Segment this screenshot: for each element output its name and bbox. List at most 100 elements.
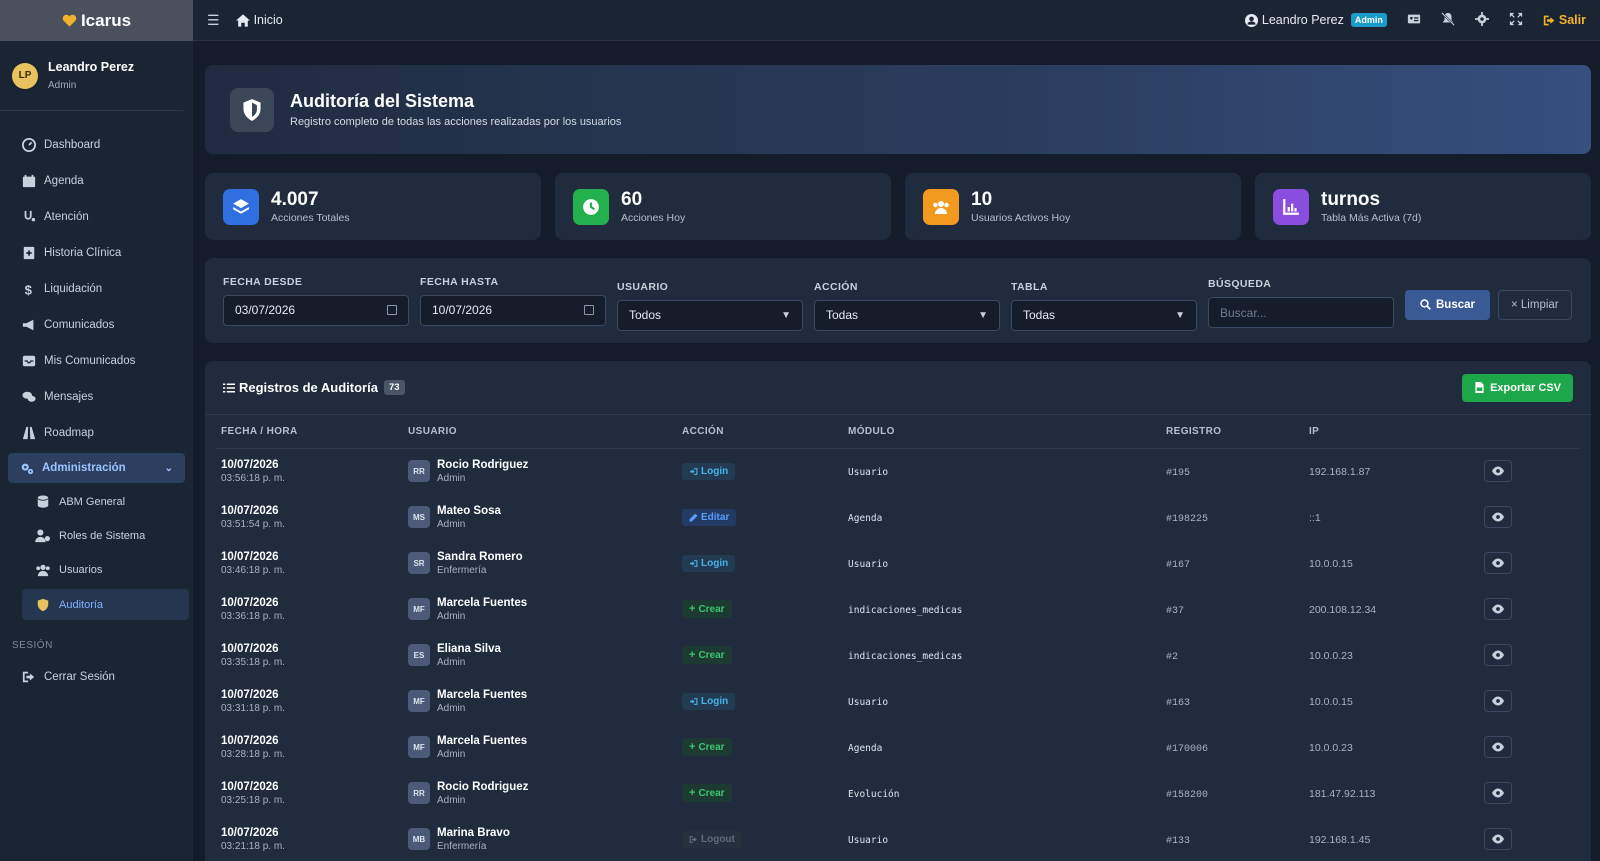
date: 10/07/2026 (221, 780, 279, 793)
usuario-select[interactable]: Todos ▼ (617, 299, 803, 331)
user-cog-icon (35, 529, 51, 543)
view-details-button[interactable] (1484, 690, 1512, 712)
date: 10/07/2026 (221, 596, 279, 609)
fecha-hasta-input[interactable]: 10/07/2026 (420, 294, 606, 326)
sidebar-item-auditoria[interactable]: Auditoría (22, 589, 189, 620)
ip-address: 192.168.1.87 (1309, 466, 1371, 479)
eye-icon (1492, 696, 1504, 706)
pencil-icon (689, 513, 698, 521)
gear-icon[interactable] (1474, 11, 1489, 29)
sidebar-item-roadmap[interactable]: Roadmap (0, 415, 193, 451)
table-row[interactable]: 10/07/2026 03:35:18 p. m. ES Eliana Silva Ad… (215, 632, 1580, 678)
fecha-desde-input[interactable]: 03/07/2026 (223, 294, 409, 326)
view-details-button[interactable] (1484, 552, 1512, 574)
avatar: RR (408, 782, 430, 804)
sidebar-item-label: Mis Comunicados (44, 355, 136, 367)
sidebar-item-roles-de-sistema[interactable]: Roles de Sistema (0, 519, 193, 553)
column-header (1478, 415, 1580, 449)
module-cell: indicaciones_medicas (842, 632, 1160, 678)
hamburger-menu-icon[interactable]: ☰ (207, 12, 220, 29)
audit-table: FECHA / HORA USUARIO ACCIÓN MÓDULO REGIS… (215, 415, 1580, 861)
sidebar-item-cerrar-sesion[interactable]: Cerrar Sesión (0, 659, 193, 695)
sidebar-item-label: Dashboard (44, 139, 101, 151)
search-button[interactable]: Buscar (1405, 289, 1490, 320)
stats-row: 4.007 Acciones Totales 60 Acciones Hoy 10 U… (205, 173, 1591, 240)
filter-usuario: USUARIO Todos ▼ (617, 281, 803, 331)
action-badge: + Crear (682, 600, 732, 618)
action-cell: Editar (676, 494, 842, 540)
user-cell: MF Marcela Fuentes Admin (402, 724, 676, 770)
datetime-cell: 10/07/2026 03:25:18 p. m. (215, 770, 402, 816)
topbar-user[interactable]: Leandro Perez Admin (1244, 13, 1387, 27)
sidebar-item-historia-clinica[interactable]: Historia Clínica (0, 235, 193, 271)
sidebar-item-usuarios[interactable]: Usuarios (0, 553, 193, 587)
sidebar-item-label: Historia Clínica (44, 247, 122, 259)
page-subtitle: Registro completo de todas las acciones … (290, 116, 622, 128)
calendar-icon[interactable] (584, 305, 594, 315)
sidebar-item-administracion[interactable]: Administración ⌄ (8, 453, 185, 483)
action-cell: Login (676, 448, 842, 494)
actions-cell (1478, 770, 1580, 816)
avatar: MF (408, 598, 430, 620)
sidebar-item-dashboard[interactable]: Dashboard (0, 127, 193, 163)
datetime-cell: 10/07/2026 03:28:18 p. m. (215, 724, 402, 770)
logout-button[interactable]: Salir (1543, 13, 1586, 27)
time: 03:46:18 p. m. (221, 564, 285, 576)
view-details-button[interactable] (1484, 506, 1512, 528)
sidebar-item-abm-general[interactable]: ABM General (0, 485, 193, 519)
plus-icon: + (689, 603, 696, 615)
table-row[interactable]: 10/07/2026 03:46:18 p. m. SR Sandra Romero E… (215, 540, 1580, 586)
table-row[interactable]: 10/07/2026 03:31:18 p. m. MF Marcela Fuente… (215, 678, 1580, 724)
calendar-icon[interactable] (387, 305, 397, 315)
record-id: #158200 (1166, 789, 1209, 801)
table-row[interactable]: 10/07/2026 03:56:18 p. m. RR Rocio Rodrigue… (215, 448, 1580, 494)
view-details-button[interactable] (1484, 736, 1512, 758)
fullscreen-icon[interactable] (1509, 12, 1523, 29)
calendar-icon (22, 174, 36, 188)
filter-label: TABLA (1011, 280, 1048, 293)
ip-cell: 192.168.1.45 (1303, 816, 1478, 861)
user-cell: MB Marina Bravo Enfermería (402, 816, 676, 861)
table-row[interactable]: 10/07/2026 03:21:18 p. m. MB Marina Bravo En… (215, 816, 1580, 861)
table-row[interactable]: 10/07/2026 03:51:54 p. m. MS Mateo Sosa Admi… (215, 494, 1580, 540)
sidebar-item-agenda[interactable]: Agenda (0, 163, 193, 199)
clear-button[interactable]: × Limpiar (1498, 289, 1572, 320)
sidebar-item-comunicados[interactable]: Comunicados (0, 307, 193, 343)
column-header: FECHA / HORA (215, 415, 402, 449)
table-row[interactable]: 10/07/2026 03:25:18 p. m. RR Rocio Rodrigue… (215, 770, 1580, 816)
ip-cell: 10.0.0.15 (1303, 540, 1478, 586)
view-details-button[interactable] (1484, 828, 1512, 850)
brand-logo[interactable]: Icarus (0, 0, 193, 41)
export-csv-button[interactable]: Exportar CSV (1462, 373, 1573, 402)
view-details-button[interactable] (1484, 460, 1512, 483)
view-details-button[interactable] (1484, 644, 1512, 666)
record-id: #163 (1166, 697, 1191, 709)
id-card-icon[interactable] (1407, 12, 1421, 29)
user-role: Admin (437, 656, 466, 668)
search-input[interactable]: Buscar... (1208, 297, 1394, 328)
view-details-button[interactable] (1484, 782, 1512, 804)
list-icon (223, 383, 235, 392)
sign-in-icon (690, 697, 698, 705)
user-cell: MS Mateo Sosa Admin (402, 494, 676, 540)
sidebar-item-mensajes[interactable]: Mensajes (0, 379, 193, 415)
action-badge: + Crear (682, 784, 732, 802)
home-link[interactable]: Inicio (235, 13, 283, 27)
datetime-cell: 10/07/2026 03:35:18 p. m. (215, 632, 402, 678)
action-badge: + Crear (682, 738, 732, 756)
tabla-select[interactable]: Todas ▼ (1011, 299, 1197, 331)
sidebar-item-label: Roadmap (44, 427, 94, 439)
record-id: #198225 (1166, 513, 1209, 525)
sidebar-item-atencion[interactable]: Atención (0, 199, 193, 235)
date: 10/07/2026 (221, 642, 279, 655)
table-row[interactable]: 10/07/2026 03:28:18 p. m. MF Marcela Fuente… (215, 724, 1580, 770)
select-value: Todas (1023, 308, 1056, 322)
view-details-button[interactable] (1484, 598, 1512, 620)
action-badge: + Crear (682, 646, 732, 664)
table-row[interactable]: 10/07/2026 03:36:18 p. m. MF Marcela Fuente… (215, 586, 1580, 632)
bell-slash-icon[interactable] (1440, 11, 1455, 29)
sidebar-item-liquidacion[interactable]: $ Liquidación (0, 271, 193, 307)
column-header: USUARIO (402, 415, 676, 449)
accion-select[interactable]: Todas ▼ (814, 299, 1000, 331)
sidebar-item-mis-comunicados[interactable]: Mis Comunicados (0, 343, 193, 379)
